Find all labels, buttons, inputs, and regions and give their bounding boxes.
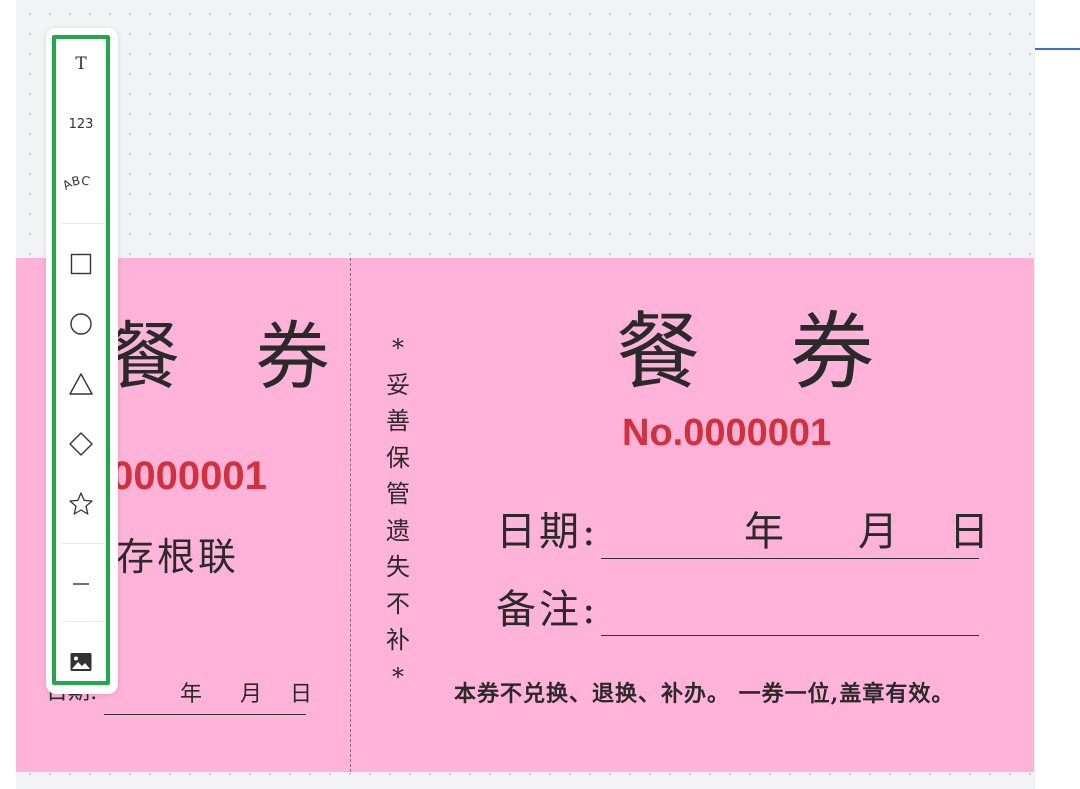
diamond-tool-button[interactable] [52, 422, 110, 466]
stub-day-label: 日 [290, 682, 313, 707]
number-icon: 123 [68, 116, 94, 132]
line-icon [73, 583, 89, 585]
stub-title[interactable]: 餐 券 [106, 320, 356, 394]
date-label[interactable]: 日期: [496, 512, 598, 552]
panel-tab-indicator [1035, 48, 1080, 50]
star-icon [69, 492, 93, 515]
toolbar-divider [62, 621, 104, 622]
toolbar-divider [62, 543, 104, 544]
stub-serial-number[interactable]: .0000001 [100, 456, 267, 496]
meal-ticket[interactable]: 餐 券 .0000001 存根联 日期: 年 月 日 *妥善保管 遗失不补* 餐… [16, 258, 1034, 772]
diamond-icon [69, 432, 93, 456]
rectangle-icon [70, 253, 92, 275]
image-tool-button[interactable] [52, 640, 110, 684]
stub-label[interactable]: 存根联 [116, 538, 239, 576]
circle-tool-button[interactable] [52, 302, 110, 346]
circle-icon [70, 313, 92, 335]
year-label: 年 [744, 509, 784, 555]
rectangle-tool-button[interactable] [52, 242, 110, 286]
terms-text[interactable]: 本券不兑换、退换、补办。 一券一位,盖章有效。 [454, 683, 954, 705]
text-tool-button[interactable]: T [52, 42, 110, 86]
text-icon: T [75, 54, 87, 74]
keep-safe-notice[interactable]: *妥善保管 遗失不补* [384, 330, 412, 695]
curved-text-icon: ABC [61, 173, 91, 192]
triangle-icon [69, 373, 93, 395]
image-icon [70, 653, 92, 671]
remark-label[interactable]: 备注: [496, 590, 598, 630]
month-label: 月 [858, 509, 898, 555]
day-label: 日 [949, 509, 989, 555]
toolbar-divider [62, 223, 104, 224]
number-tool-button[interactable]: 123 [52, 102, 110, 146]
properties-panel [1034, 0, 1080, 789]
stub-year-label: 年 [180, 682, 203, 707]
curved-text-tool-button[interactable]: ABC [52, 162, 110, 206]
ticket-title[interactable]: 餐券 [616, 310, 964, 394]
date-underline [601, 558, 979, 559]
stub-month-label: 月 [240, 682, 263, 707]
remark-underline [601, 635, 979, 636]
star-tool-button[interactable] [52, 482, 110, 526]
stub-date-underline [104, 714, 306, 715]
ticket-serial-number[interactable]: No.0000001 [622, 414, 831, 452]
triangle-tool-button[interactable] [52, 362, 110, 406]
svg-text:ABC: ABC [61, 173, 91, 192]
line-tool-button[interactable] [52, 562, 110, 606]
